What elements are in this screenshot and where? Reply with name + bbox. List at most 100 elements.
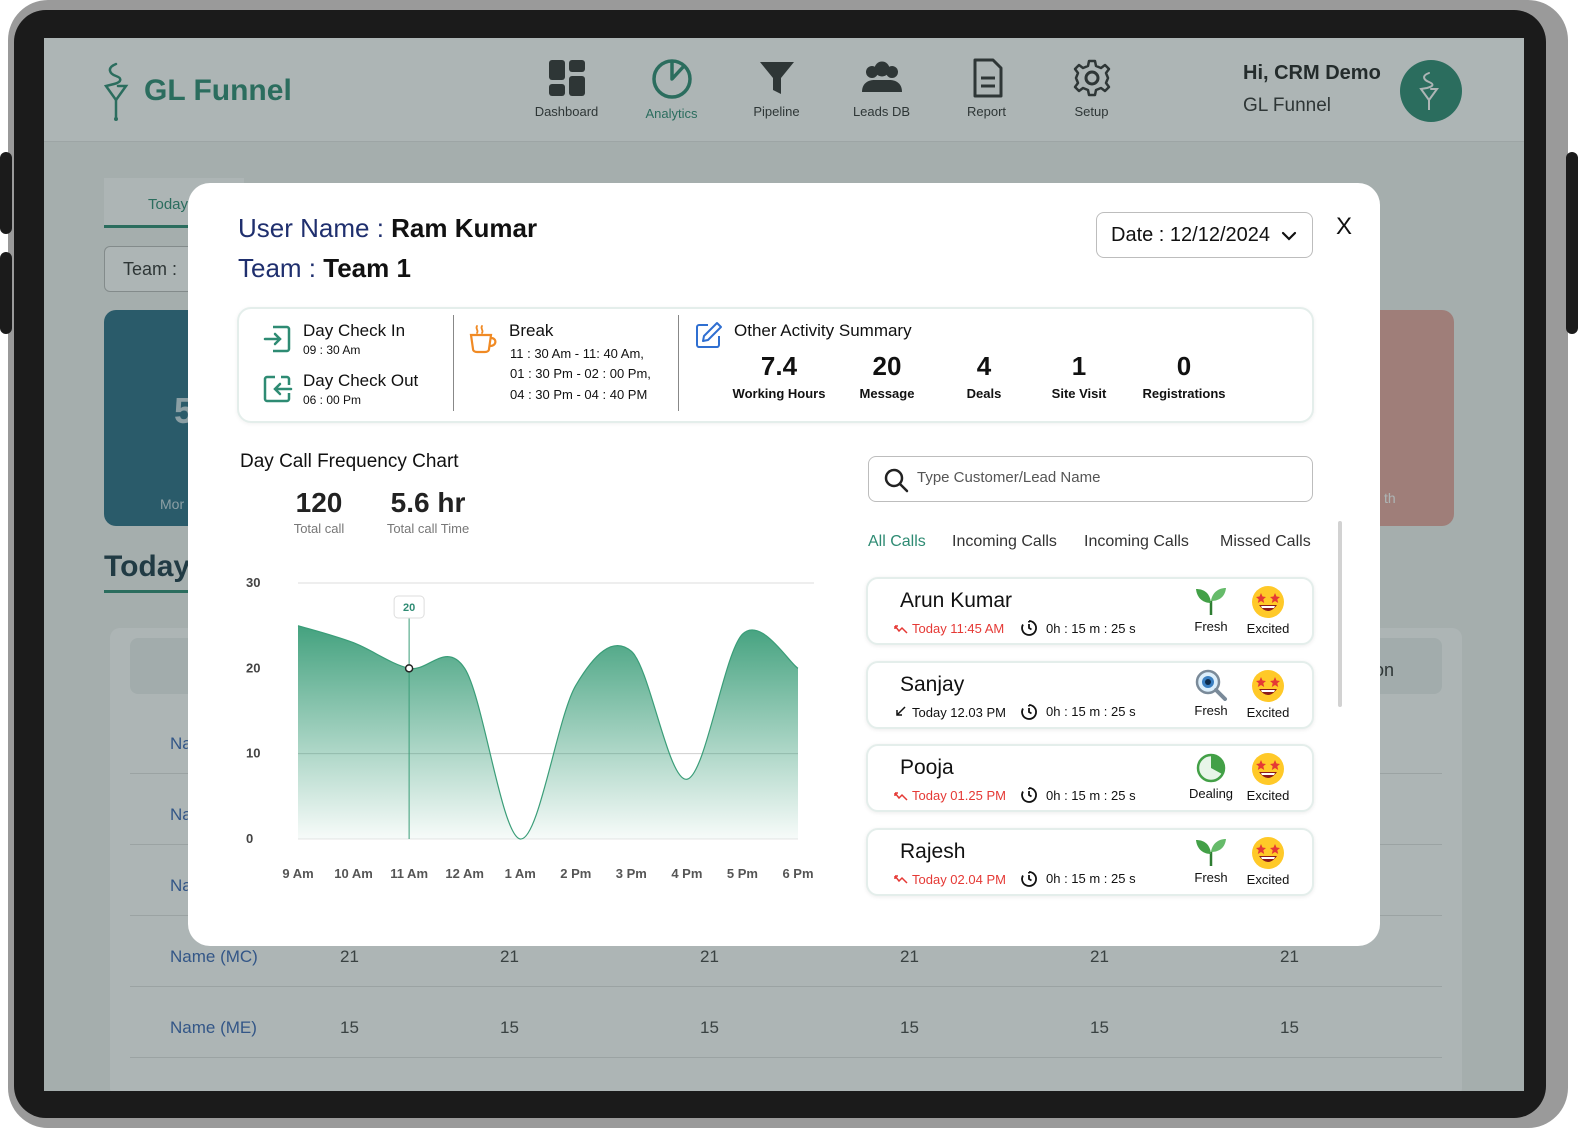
stat-value: 4 — [976, 351, 992, 381]
check-in-time: 09 : 30 Am — [303, 343, 361, 357]
call-card[interactable]: Pooja Today 01.25 PM 0h : 15 m : 25 s Deali… — [866, 744, 1314, 812]
missed-call-icon — [894, 875, 908, 884]
call-duration: 0h : 15 m : 25 s — [1020, 786, 1136, 804]
call-time-text: Today 12.03 PM — [912, 704, 1006, 720]
stat-deals: 4 Deals — [949, 351, 1019, 401]
star-eyes-emoji-icon — [1252, 753, 1284, 785]
tab-all-calls[interactable]: All Calls — [868, 533, 926, 551]
y-tick-label: 0 — [246, 831, 253, 846]
call-duration: 0h : 15 m : 25 s — [1020, 619, 1136, 637]
x-tick-label: 4 Pm — [671, 866, 702, 881]
caller-name: Sanjay — [900, 672, 965, 696]
stat-value: 0 — [1176, 351, 1192, 381]
x-tick-label: 2 Pm — [560, 866, 591, 881]
stat-working-hours: 7.4 Working Hours — [729, 351, 829, 401]
divider — [453, 315, 454, 411]
search-input[interactable] — [917, 469, 1297, 486]
call-time: Today 02.04 PM — [894, 872, 1006, 887]
tab-incoming-calls[interactable]: Incoming Calls — [952, 533, 1057, 551]
caller-name: Rajesh — [900, 839, 966, 863]
star-eyes-emoji-icon — [1252, 586, 1284, 618]
team-name-value: Team 1 — [323, 253, 411, 283]
lead-status-label: Fresh — [1194, 702, 1228, 718]
lead-mood: Excited — [1238, 836, 1298, 887]
team-name: Team : Team 1 — [238, 253, 411, 284]
total-call-value: 120 — [295, 487, 343, 518]
stat-value: 20 — [872, 351, 902, 381]
call-time: Today 11:45 AM — [894, 621, 1004, 636]
tab-incoming-calls[interactable]: Incoming Calls — [1084, 533, 1189, 551]
check-in-icon — [263, 325, 291, 353]
call-time-text: Today 02.04 PM — [912, 871, 1006, 887]
stat-message: 20 Message — [843, 351, 931, 401]
x-tick-label: 1 Am — [505, 866, 536, 881]
stat-label: Message — [859, 386, 915, 401]
stat-label: Deals — [966, 386, 1002, 401]
y-tick-label: 20 — [246, 660, 260, 675]
call-duration: 0h : 15 m : 25 s — [1020, 703, 1136, 721]
tab-missed-calls[interactable]: Missed Calls — [1220, 533, 1311, 551]
incoming-call-icon — [896, 706, 906, 716]
edit-icon — [696, 322, 722, 348]
y-tick-label: 10 — [246, 746, 260, 761]
user-label: User Name : — [238, 213, 384, 243]
call-duration-text: 0h : 15 m : 25 s — [1046, 871, 1136, 886]
scrollbar[interactable] — [1338, 521, 1342, 707]
call-frequency-chart: 30 20 10 0 9 Am 10 Am 11 Am 12 Am 1 Am 2 Pm 3 Pm 4 … — [246, 575, 814, 881]
call-duration-text: 0h : 15 m : 25 s — [1046, 787, 1136, 803]
stat-value: 1 — [1071, 351, 1087, 381]
lead-status: Dealing — [1181, 752, 1241, 801]
call-time: Today 12.03 PM — [894, 705, 1006, 720]
caller-name: Arun Kumar — [900, 589, 1013, 612]
timer-icon — [1021, 620, 1037, 636]
chart-title: Day Call Frequency Chart — [240, 451, 459, 472]
sprout-icon — [1196, 838, 1226, 866]
x-tick-label: 11 Am — [390, 866, 428, 881]
timer-icon — [1021, 787, 1037, 803]
total-call-time: 5.6 hr Total call Time — [378, 487, 478, 536]
x-tick-label: 3 Pm — [616, 866, 647, 881]
check-out: Day Check Out 06 : 00 Pm — [261, 371, 418, 407]
stat-label: Registrations — [1142, 386, 1226, 401]
call-card[interactable]: Sanjay Today 12.03 PM 0h : 15 m : 25 s Fres… — [866, 660, 1314, 729]
x-tick-label: 10 Am — [334, 866, 373, 881]
call-time: Today 01.25 PM — [894, 788, 1006, 803]
call-card[interactable]: Arun Kumar Today 11:45 AM 0h : 15 m : 25 s… — [866, 577, 1314, 645]
close-button[interactable]: X — [1336, 213, 1352, 241]
lead-mood: Excited — [1238, 669, 1298, 720]
stat-registrations: 0 Registrations — [1134, 351, 1234, 401]
lead-status-label: Dealing — [1188, 786, 1234, 801]
call-duration-text: 0h : 15 m : 25 s — [1046, 704, 1136, 719]
break-time: 11 : 30 Am - 11: 40 Am, — [510, 346, 644, 361]
side-button — [0, 152, 12, 234]
star-eyes-emoji-icon — [1252, 836, 1284, 869]
check-out-label: Day Check Out — [303, 371, 419, 390]
caller-name: Pooja — [900, 756, 954, 779]
total-time-label: Total call Time — [386, 521, 470, 536]
tooltip-point — [404, 664, 414, 673]
chevron-down-icon — [1281, 231, 1297, 241]
side-button — [0, 252, 12, 334]
check-in-label: Day Check In — [303, 321, 406, 340]
call-duration-text: 0h : 15 m : 25 s — [1046, 620, 1136, 636]
call-card[interactable]: Rajesh Today 02.04 PM 0h : 15 m : 25 s Fres… — [866, 827, 1314, 896]
lead-mood: Excited — [1238, 752, 1298, 803]
series-area — [298, 625, 798, 840]
x-tick-label: 12 Am — [445, 866, 484, 881]
x-tick-label: 9 Am — [282, 866, 313, 881]
call-duration: 0h : 15 m : 25 s — [1020, 870, 1136, 888]
user-activity-modal: User Name : Ram Kumar Team : Team 1 Date… — [188, 183, 1380, 946]
search-box[interactable] — [868, 456, 1313, 502]
side-button — [1566, 152, 1578, 334]
search-icon — [884, 468, 909, 493]
check-in: Day Check In 09 : 30 Am — [261, 321, 405, 357]
date-select[interactable]: Date : 12/12/2024 — [1096, 212, 1313, 258]
lead-mood-label: Excited — [1246, 871, 1290, 887]
lead-status: Fresh — [1181, 836, 1241, 885]
sprout-icon — [1196, 588, 1226, 615]
call-list: Arun Kumar Today 11:45 AM 0h : 15 m : 25 s… — [866, 577, 1316, 907]
missed-call-icon — [894, 624, 908, 634]
user-name-value: Ram Kumar — [391, 213, 538, 243]
stat-label: Site Visit — [1051, 386, 1107, 401]
lead-status-label: Fresh — [1194, 869, 1228, 885]
